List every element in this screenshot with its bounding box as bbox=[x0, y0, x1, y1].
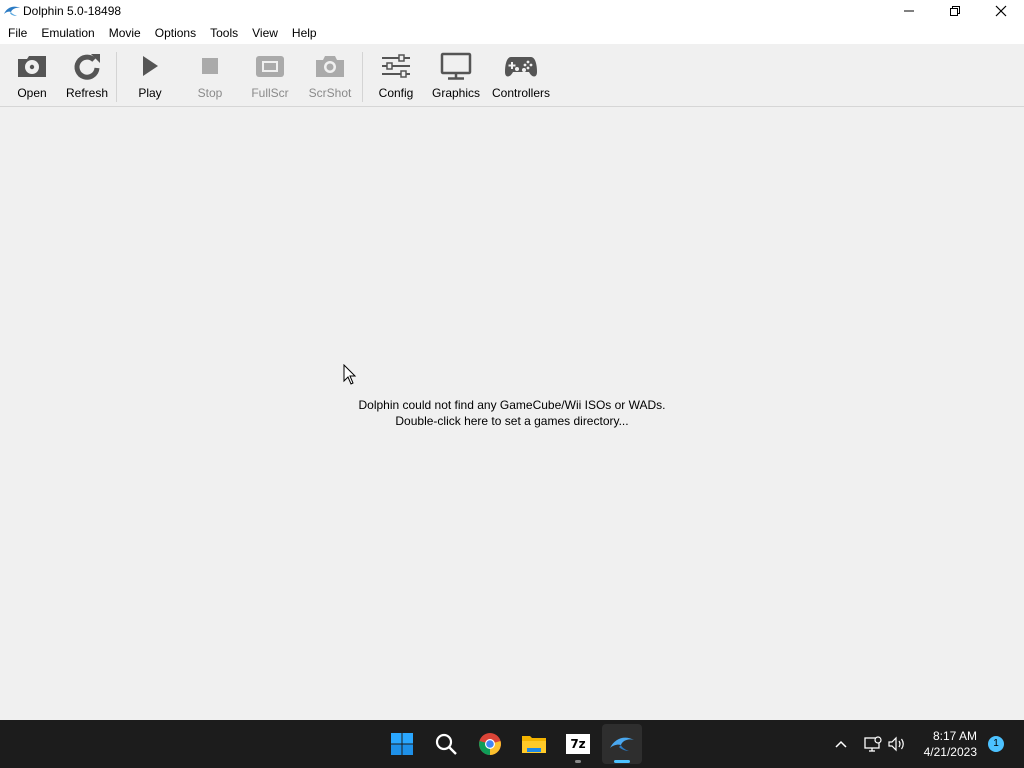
dolphin-icon bbox=[4, 6, 20, 16]
clock-date: 4/21/2023 bbox=[923, 745, 977, 759]
taskbar: 7z 8:17 AM 4/21/2023 1 bbox=[0, 720, 1024, 768]
play-button[interactable]: Play bbox=[133, 50, 167, 104]
game-list-area[interactable]: Dolphin could not find any GameCube/Wii … bbox=[0, 107, 1024, 720]
network-status[interactable] bbox=[862, 720, 884, 768]
mouse-cursor-icon bbox=[343, 364, 357, 385]
chrome-icon bbox=[479, 733, 501, 755]
screenshot-button[interactable]: ScrShot bbox=[309, 50, 351, 104]
camera-icon bbox=[316, 56, 344, 77]
network-icon bbox=[864, 736, 882, 752]
volume-control[interactable] bbox=[886, 720, 908, 768]
running-indicator bbox=[575, 760, 581, 763]
menu-file[interactable]: File bbox=[1, 22, 34, 44]
fullscreen-icon bbox=[256, 56, 284, 77]
search-icon bbox=[435, 733, 457, 755]
show-hidden-icons-button[interactable] bbox=[830, 720, 852, 768]
open-disc-icon bbox=[18, 56, 46, 77]
taskbar-file-explorer[interactable] bbox=[514, 724, 554, 764]
minimize-icon bbox=[904, 10, 914, 12]
active-indicator bbox=[614, 760, 630, 763]
stop-icon bbox=[202, 58, 218, 74]
monitor-icon bbox=[440, 52, 472, 80]
graphics-button[interactable]: Graphics bbox=[432, 50, 480, 104]
taskbar-7zip[interactable]: 7z bbox=[558, 724, 598, 764]
menu-tools[interactable]: Tools bbox=[203, 22, 245, 44]
close-button[interactable] bbox=[978, 0, 1024, 22]
clock-time: 8:17 AM bbox=[932, 729, 977, 743]
menu-movie[interactable]: Movie bbox=[102, 22, 148, 44]
config-button[interactable]: Config bbox=[377, 50, 415, 104]
title-bar: Dolphin 5.0-18498 bbox=[0, 0, 1024, 22]
menu-help[interactable]: Help bbox=[285, 22, 324, 44]
stop-button[interactable]: Stop bbox=[193, 50, 227, 104]
toolbar-separator bbox=[116, 52, 117, 102]
window-title: Dolphin 5.0-18498 bbox=[23, 4, 122, 18]
clock[interactable]: 8:17 AM 4/21/2023 bbox=[924, 728, 977, 760]
file-explorer-icon bbox=[522, 736, 546, 753]
restore-button[interactable] bbox=[932, 0, 978, 22]
menu-bar: File Emulation Movie Options Tools View … bbox=[0, 22, 1024, 44]
taskbar-chrome[interactable] bbox=[470, 724, 510, 764]
menu-options[interactable]: Options bbox=[148, 22, 203, 44]
minimize-button[interactable] bbox=[886, 0, 932, 22]
7zip-icon: 7z bbox=[566, 734, 590, 754]
taskbar-dolphin[interactable] bbox=[602, 724, 642, 764]
refresh-icon bbox=[74, 54, 100, 80]
close-icon bbox=[995, 5, 1007, 17]
empty-game-list-message[interactable]: Dolphin could not find any GameCube/Wii … bbox=[312, 397, 712, 429]
windows-start-icon bbox=[391, 733, 413, 755]
dolphin-icon bbox=[610, 737, 634, 751]
sliders-icon bbox=[382, 54, 410, 78]
notification-badge[interactable]: 1 bbox=[988, 736, 1004, 752]
menu-emulation[interactable]: Emulation bbox=[34, 22, 101, 44]
toolbar: Open Refresh Play Stop FullScr ScrShot C… bbox=[0, 44, 1024, 107]
restore-icon bbox=[950, 6, 960, 16]
chevron-up-icon bbox=[835, 740, 847, 748]
volume-icon bbox=[888, 736, 904, 752]
fullscreen-button[interactable]: FullScr bbox=[250, 50, 290, 104]
menu-view[interactable]: View bbox=[245, 22, 285, 44]
toolbar-separator bbox=[362, 52, 363, 102]
refresh-button[interactable]: Refresh bbox=[66, 50, 108, 104]
taskbar-search-button[interactable] bbox=[426, 724, 466, 764]
empty-message-line2: Double-click here to set a games directo… bbox=[395, 414, 629, 428]
start-button[interactable] bbox=[382, 724, 422, 764]
empty-message-line1: Dolphin could not find any GameCube/Wii … bbox=[358, 398, 666, 412]
play-icon bbox=[143, 56, 158, 76]
open-button[interactable]: Open bbox=[14, 50, 50, 104]
gamepad-icon bbox=[505, 57, 537, 77]
controllers-button[interactable]: Controllers bbox=[491, 50, 551, 104]
